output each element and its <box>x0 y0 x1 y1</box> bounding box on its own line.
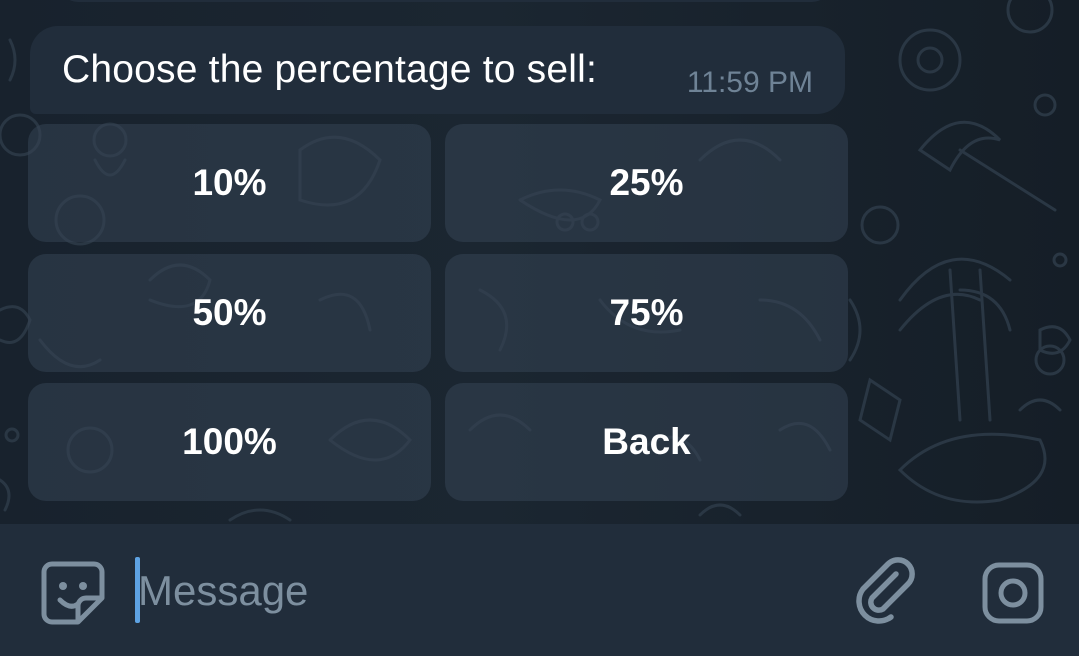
chat-area: Choose the percentage to sell: 11:59 PM … <box>0 0 1079 524</box>
message-timestamp: 11:59 PM <box>686 66 813 99</box>
previous-message-bubble <box>60 0 830 2</box>
keyboard-button-back[interactable]: Back <box>445 383 848 501</box>
message-text: Choose the percentage to sell: <box>62 48 598 91</box>
sticker-emoji-icon[interactable] <box>40 560 106 626</box>
keyboard-button-10-percent[interactable]: 10% <box>28 124 431 242</box>
keyboard-button-50-percent[interactable]: 50% <box>28 254 431 372</box>
paperclip-icon[interactable] <box>852 556 922 626</box>
keyboard-button-25-percent[interactable]: 25% <box>445 124 848 242</box>
keyboard-button-75-percent[interactable]: 75% <box>445 254 848 372</box>
message-input[interactable] <box>138 558 818 624</box>
keyboard-button-100-percent[interactable]: 100% <box>28 383 431 501</box>
bot-message-bubble: Choose the percentage to sell: 11:59 PM <box>30 26 845 114</box>
camera-icon[interactable] <box>980 560 1046 626</box>
